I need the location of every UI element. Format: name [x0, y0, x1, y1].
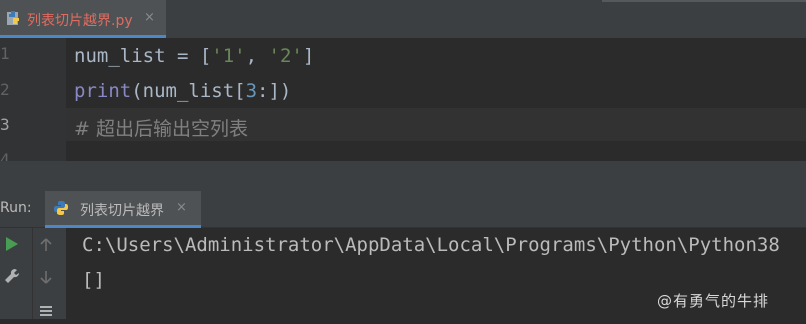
python-icon	[53, 200, 69, 216]
line-number: 1	[0, 44, 10, 63]
code-line-1[interactable]: num_list = ['1', '2']	[74, 45, 314, 67]
settings-button[interactable]	[0, 264, 24, 288]
editor-tab-bar: 列表切片越界.py ×	[0, 0, 806, 38]
scroll-up-button[interactable]	[34, 233, 58, 257]
code-token: '1'	[211, 45, 246, 67]
run-title: Run:	[0, 200, 32, 216]
run-icon	[6, 237, 18, 251]
toolbar-divider	[32, 228, 33, 319]
code-token: ,	[245, 45, 269, 67]
line-number: 4	[0, 150, 10, 161]
up-arrow-icon	[40, 238, 52, 251]
code-line-3[interactable]: # 超出后输出空列表	[74, 114, 248, 141]
run-tab[interactable]: 列表切片越界 ×	[45, 191, 201, 228]
line-number: 2	[0, 80, 10, 99]
line-number: 3	[0, 115, 10, 134]
code-token: num_list = [	[74, 45, 212, 67]
watermark: @有勇气的牛排	[657, 292, 770, 310]
down-arrow-icon	[40, 271, 52, 284]
code-token: '2'	[268, 45, 303, 67]
layout-button[interactable]	[34, 300, 58, 324]
python-file-icon	[6, 10, 22, 26]
code-token: ]	[302, 45, 315, 67]
code-token: print	[74, 80, 132, 102]
code-editor[interactable]: 1 2 3 4 num_list = ['1', '2'] print(num_…	[0, 38, 806, 161]
editor-tab-file[interactable]: 列表切片越界.py ×	[0, 0, 166, 38]
run-button[interactable]	[0, 232, 24, 256]
scroll-down-button[interactable]	[34, 265, 58, 289]
wrench-icon	[5, 268, 20, 283]
close-icon[interactable]: ×	[144, 10, 155, 25]
run-tab-label: 列表切片越界	[80, 203, 164, 219]
console-line: []	[82, 269, 105, 291]
code-token: :])	[257, 80, 292, 102]
tab-bar-divider	[602, 0, 806, 2]
code-token: 3	[245, 80, 258, 102]
console-line: C:\Users\Administrator\AppData\Local\Pro…	[82, 234, 780, 256]
layout-icon	[40, 306, 52, 316]
code-line-2[interactable]: print(num_list[3:])	[74, 80, 291, 102]
run-toolwindow-header: Run: 列表切片越界 ×	[0, 191, 806, 228]
editor-tab-label: 列表切片越界.py	[27, 13, 133, 29]
editor-run-separator	[0, 161, 806, 191]
close-icon[interactable]: ×	[176, 200, 187, 215]
run-toolbar	[0, 228, 66, 319]
code-token: # 超出后输出空列表	[74, 118, 248, 140]
line-number-gutter: 1 2 3 4	[0, 38, 66, 161]
code-token: (num_list[	[131, 80, 246, 102]
